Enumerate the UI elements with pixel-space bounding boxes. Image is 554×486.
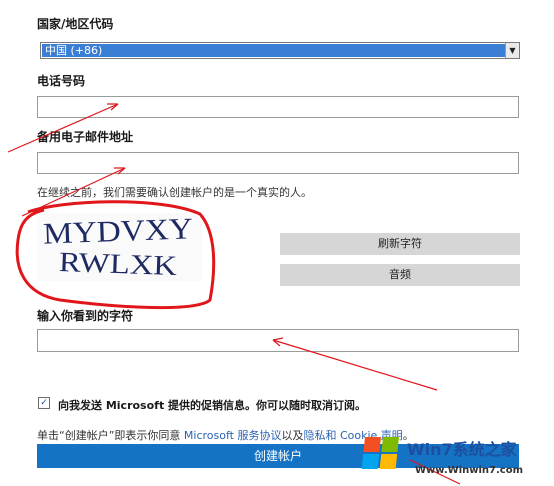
watermark-logo: Win7系统之家 Www.Winwin7.com	[361, 437, 523, 476]
country-code-selected-value: 中国 (+86)	[42, 44, 505, 57]
captcha-text-line2: RWLXK	[58, 247, 177, 281]
captcha-image: MYDVXY RWLXK	[37, 213, 202, 281]
phone-number-label: 电话号码	[37, 74, 86, 88]
country-code-select[interactable]: 中国 (+86) ▼	[40, 42, 520, 59]
refresh-captcha-button[interactable]: 刷新字符	[280, 233, 520, 255]
captcha-input[interactable]	[37, 329, 519, 352]
chevron-down-icon[interactable]: ▼	[505, 43, 519, 58]
backup-email-input[interactable]	[37, 152, 519, 174]
windows-logo-icon	[361, 437, 399, 469]
terms-mid: 以及	[281, 429, 304, 442]
human-verification-notice: 在继续之前，我们需要确认创建帐户的是一个真实的人。	[37, 186, 312, 199]
watermark-brand: Win7系统之家	[407, 440, 518, 459]
promo-opt-in-checkbox[interactable]: ✓	[38, 397, 50, 409]
captcha-text-line1: MYDVXY	[42, 213, 193, 251]
promo-opt-in-label: 向我发送 Microsoft 提供的促销信息。你可以随时取消订阅。	[58, 399, 367, 412]
service-agreement-link[interactable]: Microsoft 服务协议	[184, 429, 282, 442]
phone-number-input[interactable]	[37, 96, 519, 118]
captcha-input-label: 输入你看到的字符	[37, 309, 134, 323]
backup-email-label: 备用电子邮件地址	[37, 130, 134, 144]
audio-captcha-button[interactable]: 音频	[280, 264, 520, 286]
terms-prefix: 单击“创建帐户”即表示你同意	[37, 429, 184, 442]
country-code-label: 国家/地区代码	[37, 17, 114, 31]
watermark-url: Www.Winwin7.com	[415, 465, 523, 476]
